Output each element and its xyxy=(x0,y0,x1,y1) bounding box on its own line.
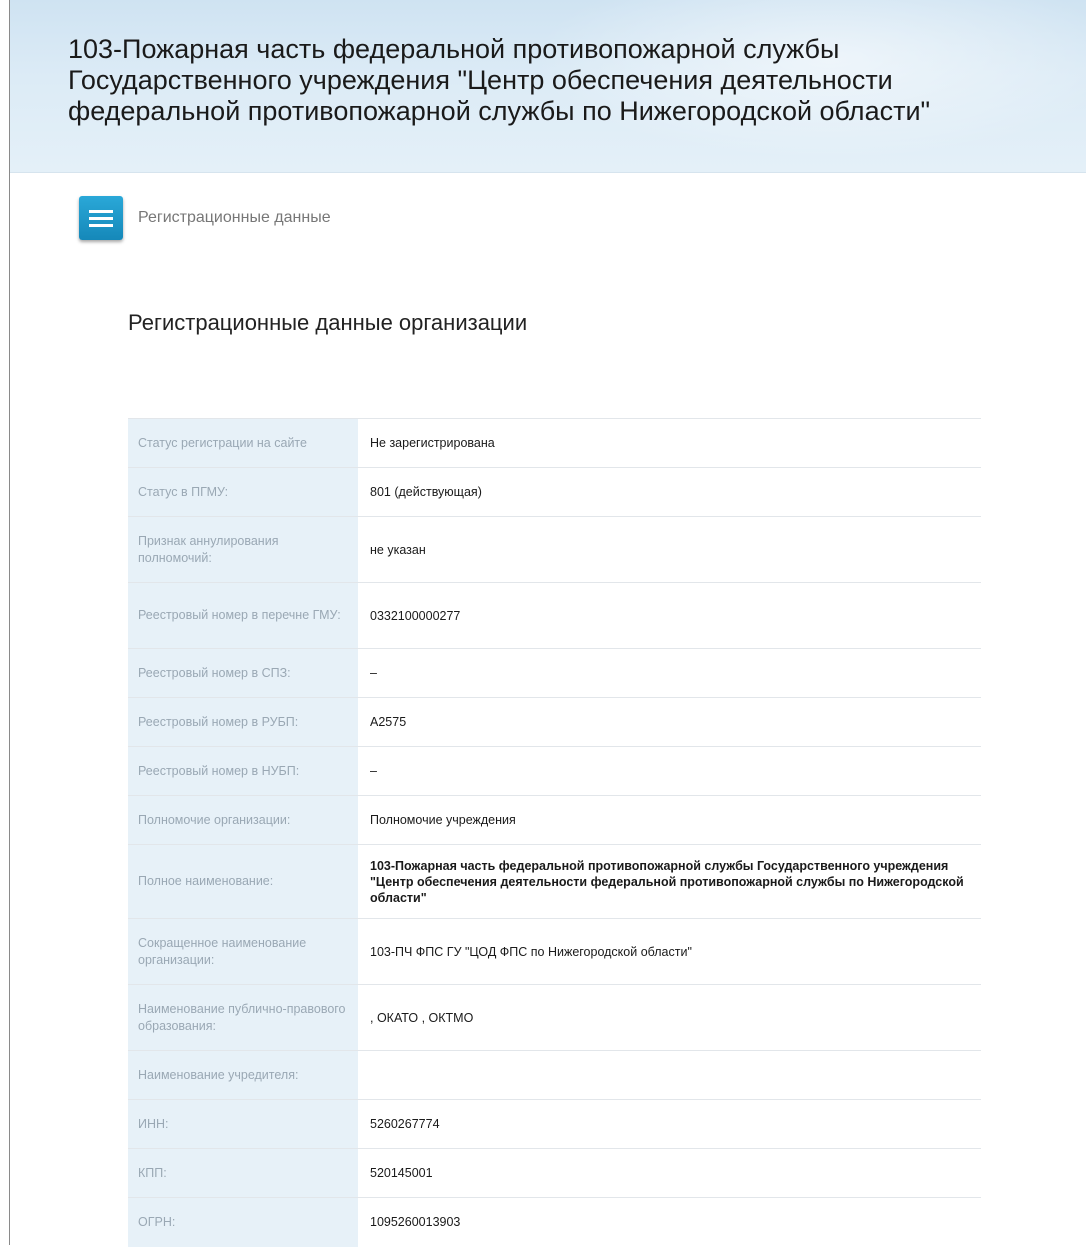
row-value: 1095260013903 xyxy=(358,1197,981,1247)
table-row: Реестровый номер в НУБП: – xyxy=(128,746,981,796)
table-row: Статус регистрации на сайте Не зарегистр… xyxy=(128,418,981,468)
section-title: Регистрационные данные организации xyxy=(128,310,528,335)
row-value xyxy=(358,1050,981,1100)
table-row: Реестровый номер в СПЗ: – xyxy=(128,648,981,698)
row-value: 5260267774 xyxy=(358,1099,981,1149)
table-row: ИНН: 5260267774 xyxy=(128,1099,981,1149)
row-label: Реестровый номер в перечне ГМУ: xyxy=(128,582,358,649)
table-row: Статус в ПГМУ: 801 (действующая) xyxy=(128,467,981,517)
registration-table: Статус регистрации на сайте Не зарегистр… xyxy=(128,418,981,1247)
menu-icon-bar xyxy=(89,209,113,213)
row-label: ИНН: xyxy=(128,1099,358,1149)
row-label: Наименование публично-правового образова… xyxy=(128,984,358,1051)
row-value: 0332100000277 xyxy=(358,582,981,649)
table-row: ОГРН: 1095260013903 xyxy=(128,1197,981,1247)
row-label: Реестровый номер в СПЗ: xyxy=(128,648,358,698)
row-label: Реестровый номер в РУБП: xyxy=(128,697,358,747)
row-value: не указан xyxy=(358,516,981,583)
row-value: Полномочие учреждения xyxy=(358,795,981,845)
table-row: Признак аннулирования полномочий: не ука… xyxy=(128,516,981,583)
row-value: 103-Пожарная часть федеральной противопо… xyxy=(358,844,981,919)
table-row: КПП: 520145001 xyxy=(128,1148,981,1198)
row-value: , ОКАТО , ОКТМО xyxy=(358,984,981,1051)
table-row: Полномочие организации: Полномочие учреж… xyxy=(128,795,981,845)
row-label: Статус в ПГМУ: xyxy=(128,467,358,517)
row-value: Не зарегистрирована xyxy=(358,418,981,468)
menu-icon-bar xyxy=(89,223,113,227)
page-header: 103-Пожарная часть федеральной противопо… xyxy=(10,0,1086,173)
menu-icon-bar xyxy=(89,216,113,220)
row-label: Полномочие организации: xyxy=(128,795,358,845)
row-value: – xyxy=(358,648,981,698)
row-label: Сокращенное наименование организации: xyxy=(128,918,358,985)
menu-icon[interactable] xyxy=(79,196,123,240)
row-label: Полное наименование: xyxy=(128,844,358,919)
table-row: Наименование учредителя: xyxy=(128,1050,981,1100)
row-value: 520145001 xyxy=(358,1148,981,1198)
row-value: 801 (действующая) xyxy=(358,467,981,517)
breadcrumb[interactable]: Регистрационные данные xyxy=(138,209,331,227)
row-label: Признак аннулирования полномочий: xyxy=(128,516,358,583)
row-value: А2575 xyxy=(358,697,981,747)
row-label: ОГРН: xyxy=(128,1197,358,1247)
row-label: Наименование учредителя: xyxy=(128,1050,358,1100)
page-frame: 103-Пожарная часть федеральной противопо… xyxy=(9,0,1086,1247)
row-label: Реестровый номер в НУБП: xyxy=(128,746,358,796)
table-row: Сокращенное наименование организации: 10… xyxy=(128,918,981,985)
organization-title: 103-Пожарная часть федеральной противопо… xyxy=(68,34,931,126)
row-label: КПП: xyxy=(128,1148,358,1198)
table-row: Реестровый номер в РУБП: А2575 xyxy=(128,697,981,747)
row-value: 103-ПЧ ФПС ГУ "ЦОД ФПС по Нижегородской … xyxy=(358,918,981,985)
table-row: Реестровый номер в перечне ГМУ: 03321000… xyxy=(128,582,981,649)
row-value: – xyxy=(358,746,981,796)
row-label: Статус регистрации на сайте xyxy=(128,418,358,468)
table-row: Полное наименование: 103-Пожарная часть … xyxy=(128,844,981,919)
table-row: Наименование публично-правового образова… xyxy=(128,984,981,1051)
